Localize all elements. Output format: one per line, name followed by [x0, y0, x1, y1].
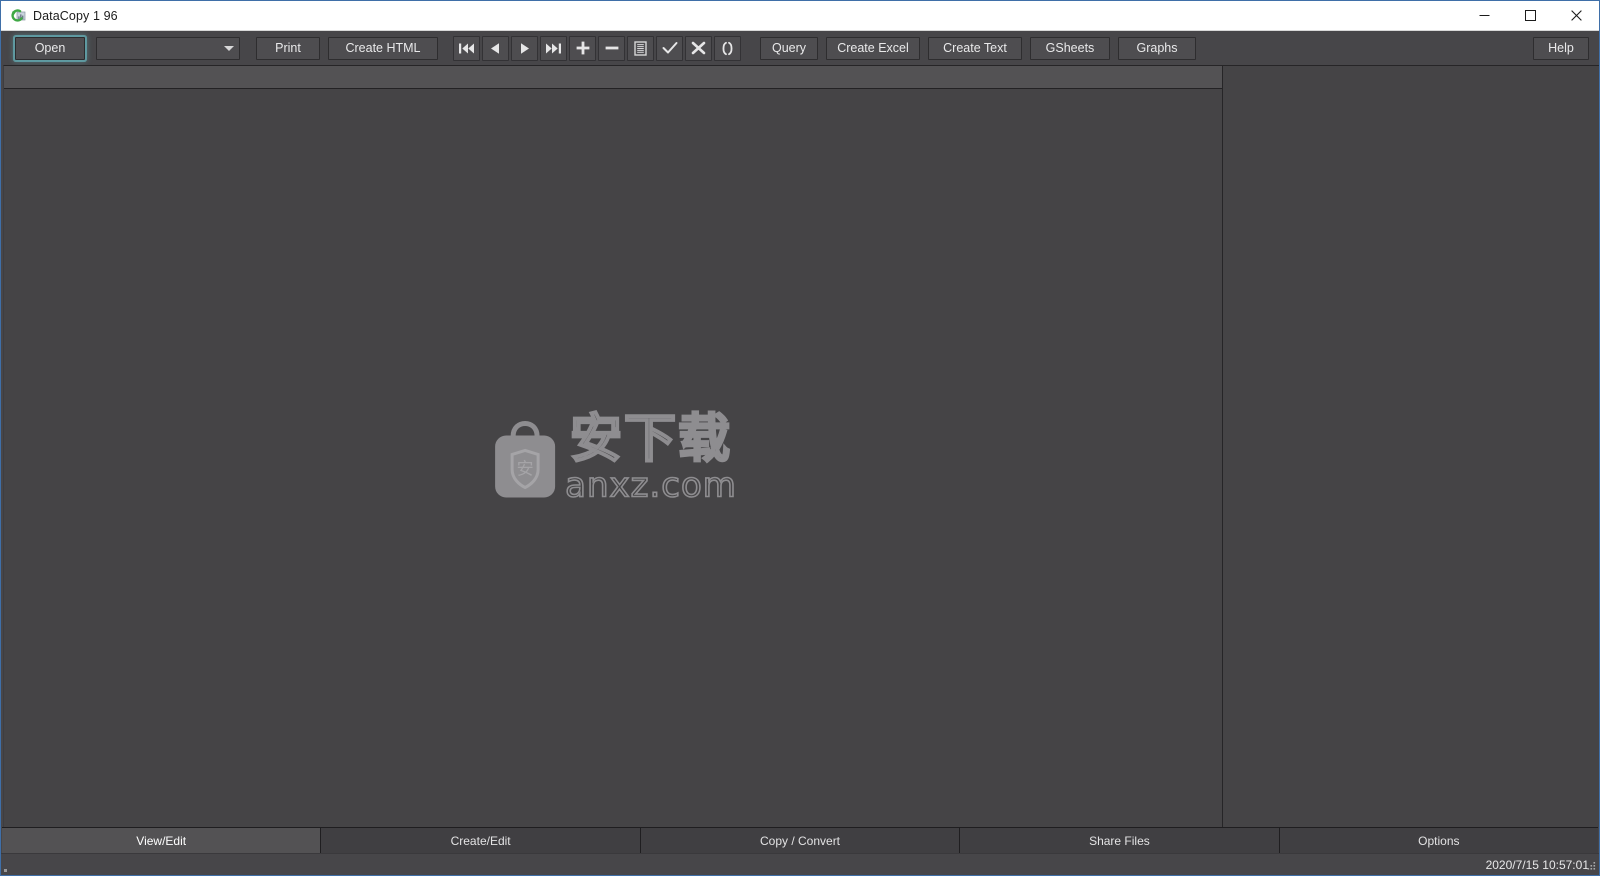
cancel-edit-button[interactable] [685, 35, 712, 61]
next-record-icon [521, 42, 529, 54]
confirm-edit-icon [662, 42, 677, 54]
minimize-button[interactable] [1461, 1, 1507, 30]
chevron-down-icon [224, 45, 234, 51]
watermark-text: 安下载 anxz.com [564, 409, 737, 506]
status-indicator-dot [4, 869, 7, 872]
create-html-button[interactable]: Create HTML [328, 36, 438, 60]
status-timestamp: 2020/7/15 10:57:01 [1485, 857, 1589, 872]
main-toolbar: Open Print Create HTML Query Create Exce… [1, 31, 1599, 65]
tab-create-edit[interactable]: Create/Edit [321, 828, 641, 853]
title-bar-left: DataCopy 1 96 [1, 8, 1461, 24]
status-bar: 2020/7/15 10:57:01 [1, 853, 1599, 875]
record-navigation-group [453, 35, 743, 61]
create-excel-button[interactable]: Create Excel [826, 36, 920, 60]
site-watermark: 安 安下载 anxz.com [489, 409, 737, 506]
window-controls [1461, 1, 1599, 30]
last-record-icon [546, 43, 561, 53]
title-bar: DataCopy 1 96 [1, 1, 1599, 31]
query-button[interactable]: Query [760, 36, 818, 60]
cancel-edit-icon [691, 41, 706, 55]
first-record-icon [459, 43, 474, 53]
watermark-brand-cn: 安下载 [569, 409, 732, 470]
minimize-icon [1479, 15, 1489, 16]
application-window: DataCopy 1 96 Open Print Create HTML Que… [0, 0, 1600, 876]
briefcase-shield-icon: 安 [495, 420, 556, 497]
tab-copy-convert[interactable]: Copy / Convert [640, 828, 961, 853]
last-record-button[interactable] [540, 35, 567, 61]
confirm-edit-button[interactable] [656, 35, 683, 61]
data-grid-header [4, 66, 1222, 89]
tab-options[interactable]: Options [1279, 828, 1599, 853]
tab-share-files[interactable]: Share Files [960, 828, 1280, 853]
close-icon [1570, 10, 1582, 21]
side-panel[interactable] [1223, 65, 1599, 827]
open-button[interactable]: Open [15, 36, 85, 60]
edit-record-icon [633, 40, 647, 56]
help-button[interactable]: Help [1533, 36, 1589, 60]
body-area: 安 安下载 anxz.com [1, 65, 1599, 827]
refresh-data-icon [11, 8, 26, 22]
maximize-button[interactable] [1507, 1, 1553, 30]
refresh-icon [722, 41, 733, 55]
previous-record-button[interactable] [482, 35, 509, 61]
data-grid-body[interactable]: 安 安下载 anxz.com [4, 89, 1222, 827]
create-text-button[interactable]: Create Text [928, 36, 1022, 60]
delete-record-icon [605, 46, 618, 50]
delete-record-button[interactable] [598, 35, 625, 61]
resize-grip-icon[interactable] [1586, 862, 1596, 872]
close-button[interactable] [1553, 1, 1599, 30]
first-record-button[interactable] [453, 35, 480, 61]
tab-view-edit[interactable]: View/Edit [2, 828, 322, 853]
next-record-button[interactable] [511, 35, 538, 61]
add-record-button[interactable] [569, 35, 596, 61]
refresh-button[interactable] [714, 35, 741, 61]
maximize-icon [1524, 10, 1536, 21]
add-record-icon [576, 41, 589, 55]
graphs-button[interactable]: Graphs [1118, 36, 1196, 60]
watermark-brand-domain: anxz.com [564, 465, 737, 506]
data-grid-panel: 安 安下载 anxz.com [3, 65, 1223, 827]
shield-character: 安 [517, 459, 534, 479]
edit-record-button[interactable] [627, 35, 654, 61]
gsheets-button[interactable]: GSheets [1030, 36, 1110, 60]
file-select-dropdown[interactable] [96, 36, 240, 60]
window-title: DataCopy 1 96 [33, 8, 118, 23]
print-button[interactable]: Print [256, 36, 320, 60]
previous-record-icon [491, 42, 499, 54]
bottom-tab-bar: View/Edit Create/Edit Copy / Convert Sha… [2, 827, 1599, 853]
